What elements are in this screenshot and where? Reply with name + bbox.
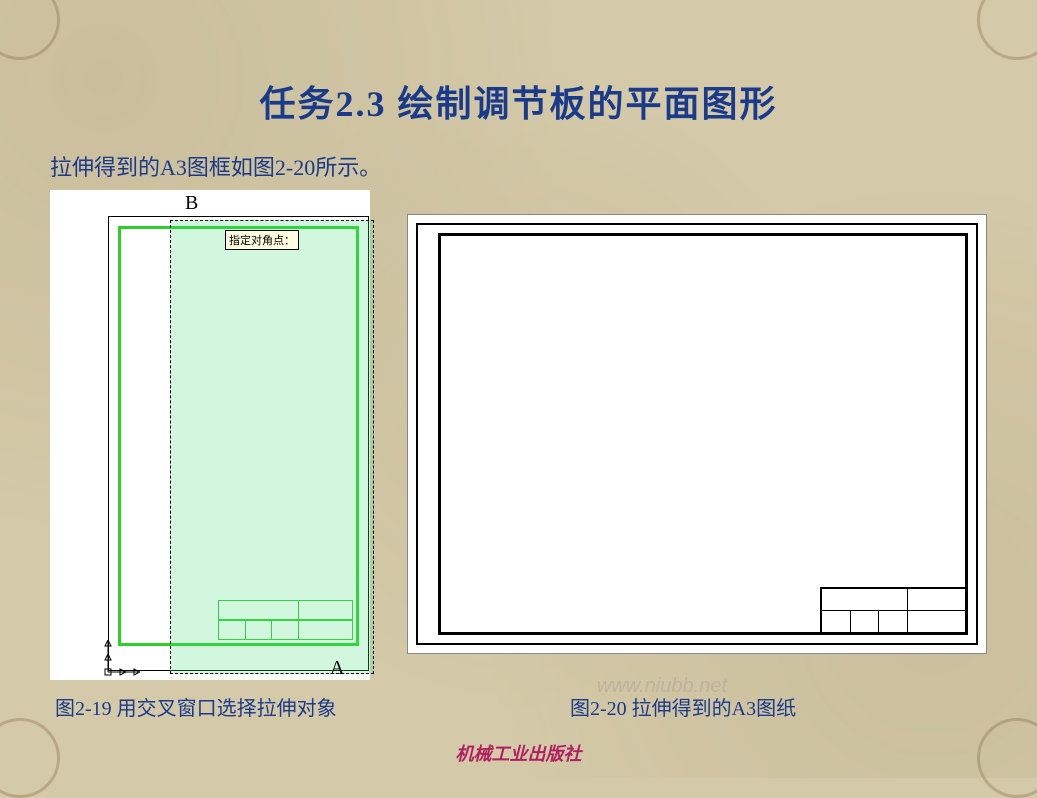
figure-2-19: B 指定对角点： A <box>50 190 370 680</box>
body-text: 拉伸得到的A3图框如图2-20所示。 <box>50 150 381 182</box>
ucs-icon <box>104 640 140 676</box>
publisher-label: 机械工业出版社 <box>0 740 1037 766</box>
label-a: A <box>330 657 344 680</box>
a3-inner-frame <box>438 233 968 635</box>
label-b: B <box>185 192 198 215</box>
figure-2-20 <box>407 214 987 654</box>
page-title: 任务2.3 绘制调节板的平面图形 <box>0 75 1037 127</box>
figure-caption-left: 图2-19 用交叉窗口选择拉伸对象 <box>55 692 337 721</box>
figure-caption-right: 图2-20 拉伸得到的A3图纸 <box>570 692 796 721</box>
crossing-selection-window <box>170 220 374 674</box>
title-block <box>820 587 965 632</box>
tooltip-specify-corner: 指定对角点： <box>225 230 299 250</box>
